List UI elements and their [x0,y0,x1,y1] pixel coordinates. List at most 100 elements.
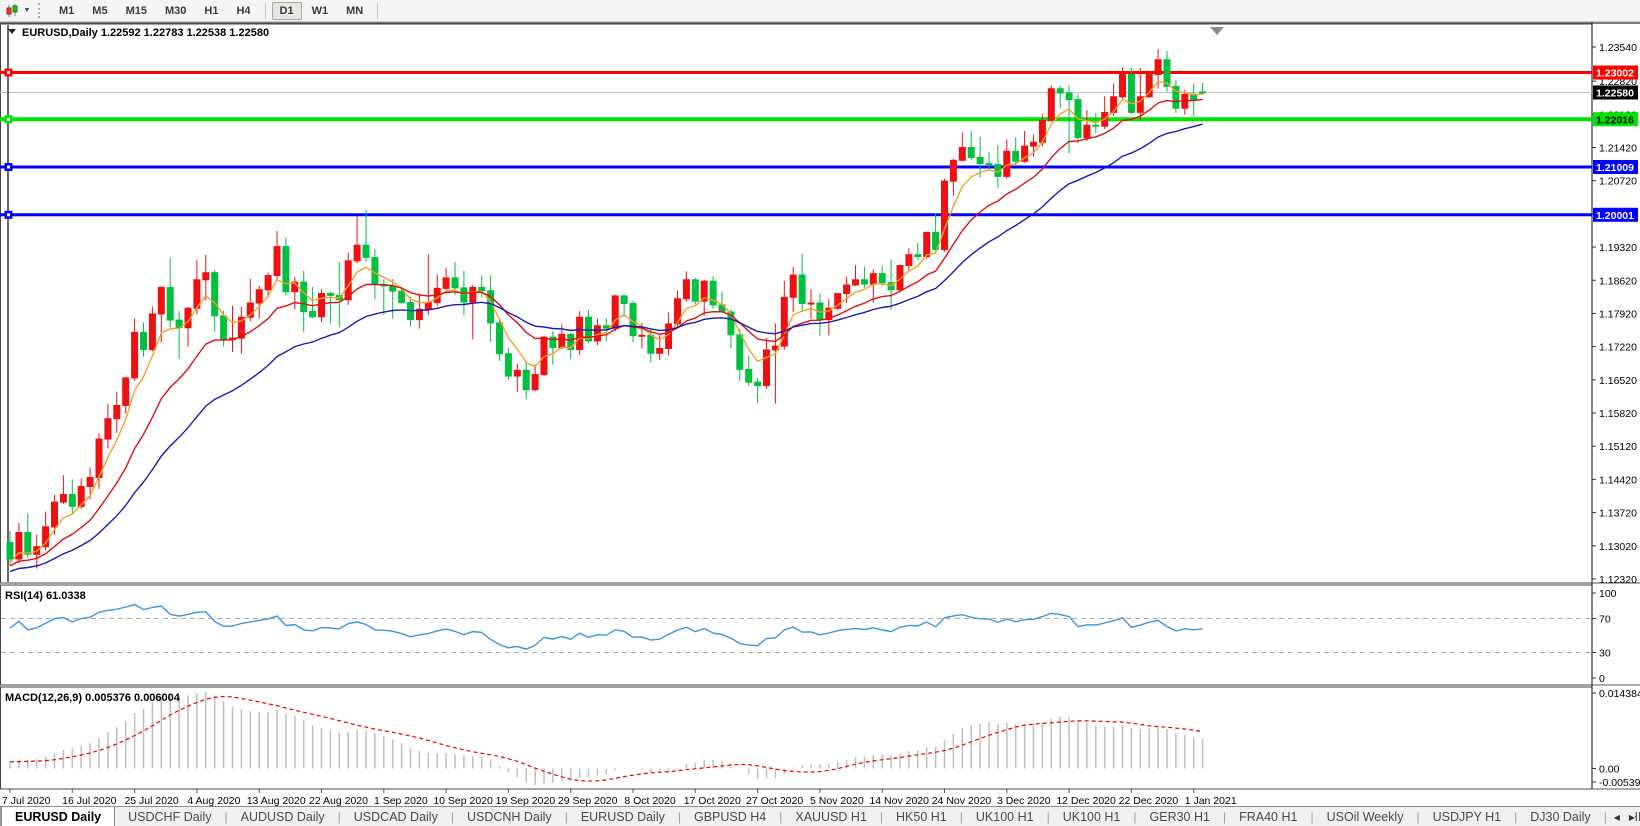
hline-price-badge: 1.21009 [1593,160,1638,174]
rsi-panel[interactable] [1,585,1593,685]
candle-body [505,354,511,376]
candle-body [354,245,360,261]
candle-body [1111,97,1117,113]
candle-body [764,350,770,386]
candle-body [692,280,698,301]
candle-body [461,288,467,302]
current-price-badge: 1.22580 [1593,86,1638,100]
tab-usdchf-daily-1[interactable]: USDCHF Daily [115,807,224,826]
tab-audusd-daily-2[interactable]: AUDUSD Daily [228,807,338,826]
timeframe-button-h4[interactable]: H4 [228,2,258,20]
price-tick-label: 1.17920 [1599,308,1637,320]
tab-usoil-weekly-13[interactable]: USOil Weekly [1314,807,1417,826]
candle-body [479,287,485,290]
toolbar-separator [265,3,266,19]
tab-usdjpy-h1-14[interactable]: USDJPY H1 [1420,807,1515,826]
timeframe-button-m30[interactable]: M30 [157,2,194,20]
candle-body [1031,142,1037,146]
tabs-holder: EURUSD DailyUSDCHF Daily|AUDUSD Daily|US… [1,807,1640,826]
main-chart-panel[interactable] [1,24,1593,583]
candle-body [497,323,503,354]
candle-body [69,495,75,507]
date-tick-label: 3 Dec 2020 [997,795,1051,806]
hline-price-badge: 1.22016 [1593,112,1638,126]
candle-body [924,232,930,256]
candle-body [25,532,31,554]
candle-body [879,274,885,283]
tab-dj30-daily-15[interactable]: DJ30 Daily [1517,807,1603,826]
tab-uk100-h1-9[interactable]: UK100 H1 [963,807,1047,826]
date-tick-label: 27 Oct 2020 [746,795,803,806]
candle-body [149,314,155,350]
chart-type-icon[interactable] [3,3,21,19]
date-tick-label: 16 Jul 2020 [62,795,116,806]
scroll-left-icon[interactable]: ◀ [1614,813,1620,822]
tab-ger30-h1-11[interactable]: GER30 H1 [1137,807,1223,826]
candle-body [950,160,956,181]
rsi-tick-label: 0 [1599,673,1605,685]
candle-body [1004,151,1010,176]
candle-body [425,303,431,310]
candle-body [870,274,876,284]
price-tick-label: 1.13020 [1599,541,1637,553]
candle-body [363,245,369,257]
candle-body [301,282,307,311]
candle-body [310,312,316,317]
date-tick-label: 7 Jul 2020 [2,795,51,806]
timeframe-button-m15[interactable]: M15 [118,2,155,20]
candle-body [1057,89,1063,93]
chevron-down-icon[interactable]: ▼ [21,7,33,14]
candle-body [256,290,262,303]
candle-body [559,334,565,347]
timeframe-button-w1[interactable]: W1 [304,2,337,20]
chart-canvas[interactable]: EURUSD,Daily 1.22592 1.22783 1.22538 1.2… [0,22,1640,806]
candle-body [1084,125,1090,137]
hline-handle-dot [7,213,10,216]
price-tick-label: 1.17220 [1599,342,1637,354]
tab-scroll-controls: ◀ ▶ [1606,807,1635,826]
candle-body [861,280,867,284]
price-tick-label: 1.15820 [1599,408,1637,420]
tab-gbpusd-h4-6[interactable]: GBPUSD H4 [681,807,779,826]
tab-hk50-h1-8[interactable]: HK50 H1 [883,807,960,826]
tab-usdcad-daily-3[interactable]: USDCAD Daily [341,807,451,826]
candle-body [1146,74,1152,96]
tab-uk100-h1-10[interactable]: UK100 H1 [1050,807,1134,826]
candle-body [1155,60,1161,75]
scroll-right-icon[interactable]: ▶ [1629,813,1635,822]
candle-body [1120,74,1126,96]
candle-body [514,370,520,376]
price-tick-label: 1.15120 [1599,441,1637,453]
candle-body [968,148,974,158]
tab-fra40-h1-12[interactable]: FRA40 H1 [1226,807,1310,826]
candle-body [737,335,743,370]
toolbar-grip[interactable] [38,3,43,18]
date-tick-label: 1 Jan 2021 [1185,795,1237,806]
timeframe-button-m5[interactable]: M5 [84,2,115,20]
candle-body [959,148,965,161]
candle-body [7,542,13,559]
tab-usdcnh-daily-4[interactable]: USDCNH Daily [454,807,565,826]
date-tick-label: 19 Sep 2020 [496,795,556,806]
chart-chrome [0,22,1640,806]
candle-body [203,273,209,280]
candle-body [755,382,761,385]
tab-eurusd-daily-5[interactable]: EURUSD Daily [568,807,678,826]
hline-price-badge-text: 1.21009 [1596,162,1634,174]
timeframe-button-d1[interactable]: D1 [272,2,302,20]
candle-body [683,280,689,299]
timeframe-button-mn[interactable]: MN [338,2,371,20]
rsi-label: RSI(14) 61.0338 [5,590,86,602]
candle-body [1048,89,1054,121]
candle-body [167,287,173,320]
date-tick-label: 5 Nov 2020 [810,795,864,806]
candle-body [221,316,227,340]
candle-body [1128,74,1134,112]
timeframe-button-h1[interactable]: H1 [196,2,226,20]
macd-panel[interactable] [1,687,1593,789]
tab-eurusd-daily-0[interactable]: EURUSD Daily [1,807,115,826]
date-tick-label: 25 Jul 2020 [124,795,178,806]
timeframe-button-m1[interactable]: M1 [51,2,82,20]
candle-body [158,287,164,314]
tab-xauusd-h1-7[interactable]: XAUUSD H1 [782,807,880,826]
